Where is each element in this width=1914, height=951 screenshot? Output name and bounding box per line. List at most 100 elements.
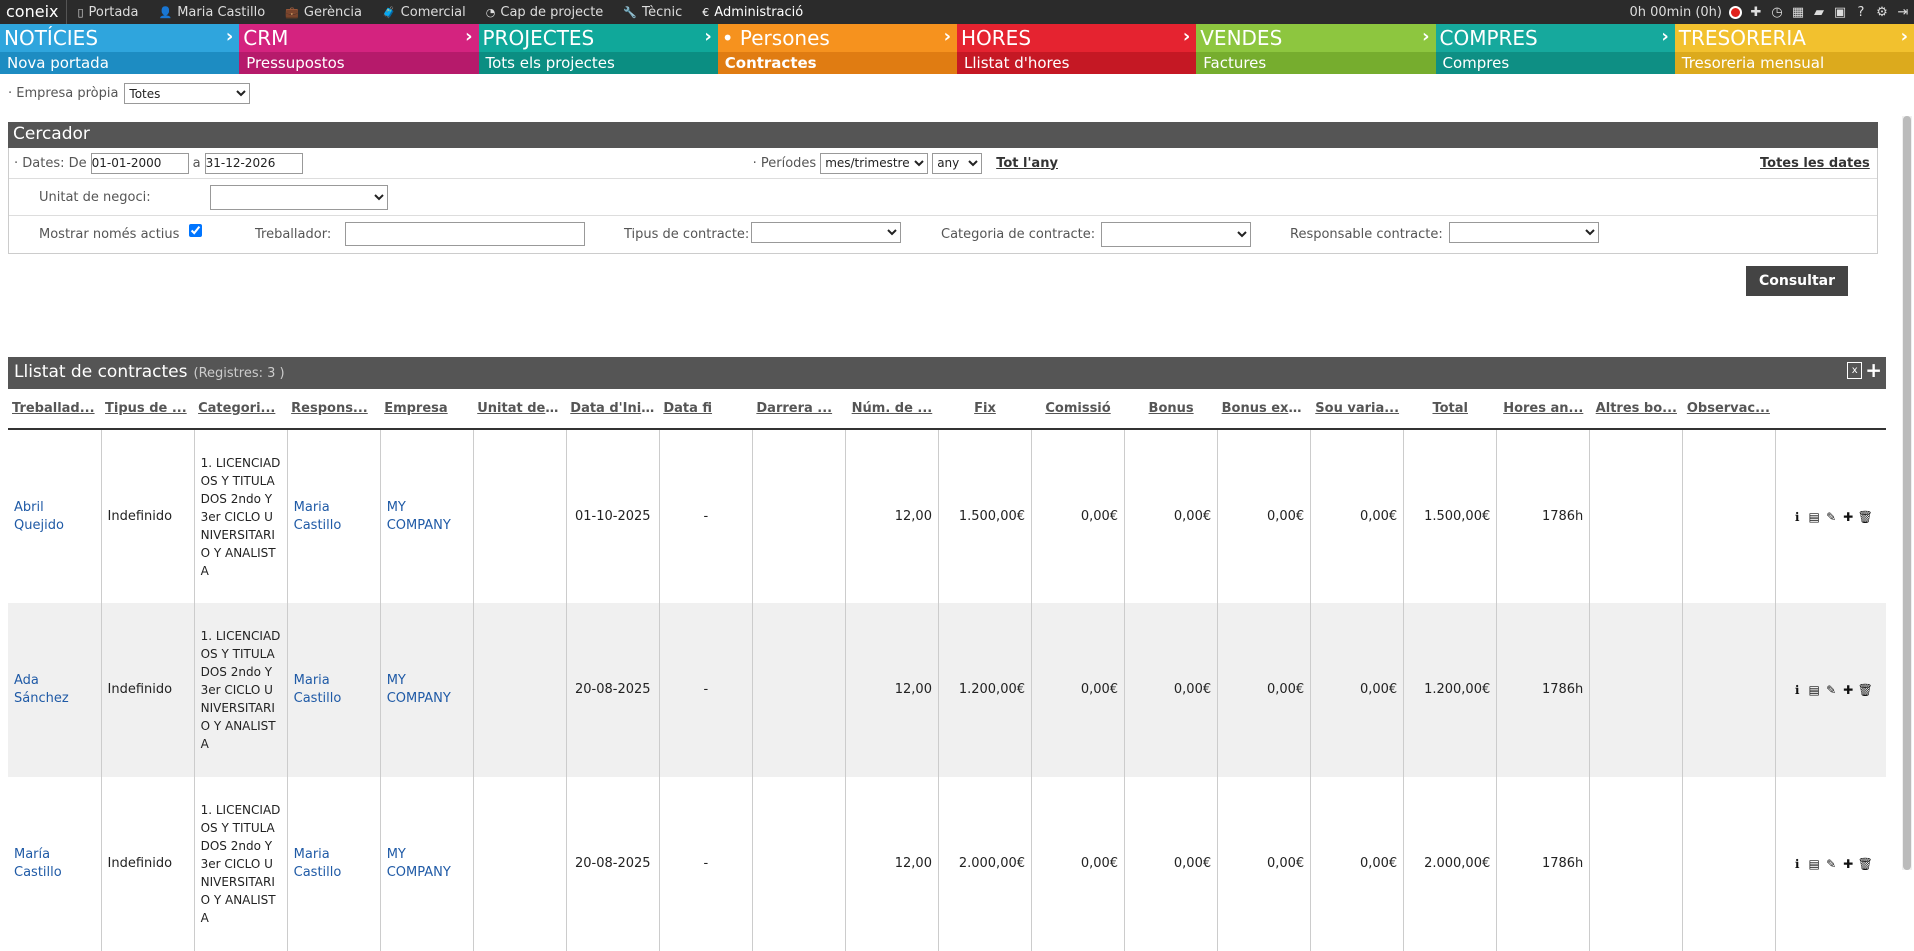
column-header[interactable]: Observac... — [1682, 389, 1776, 430]
app-logo[interactable]: coneix — [0, 0, 68, 24]
date-to-input[interactable] — [204, 152, 303, 174]
pencil-icon[interactable]: ✎ — [1824, 857, 1838, 871]
module-subtitle[interactable]: Pressupostos — [239, 52, 479, 74]
column-header[interactable]: Treballad... — [8, 389, 102, 430]
pdf-icon[interactable]: ▤ — [1807, 857, 1821, 871]
date-from-input[interactable] — [90, 152, 189, 174]
info-icon[interactable]: ℹ — [1790, 510, 1804, 524]
trash-icon[interactable]: 🗑 — [1858, 857, 1873, 871]
module-subtitle[interactable]: Contractes — [717, 52, 957, 74]
totes-dates-link[interactable]: Totes les dates — [1760, 156, 1870, 171]
scrollbar[interactable] — [1902, 116, 1912, 870]
topnav-item-administració[interactable]: € Administració — [692, 5, 813, 20]
topnav-item-cap-de-projecte[interactable]: ◔ Cap de projecte — [476, 5, 614, 20]
gear-icon[interactable]: ⚙ — [1875, 5, 1889, 20]
module-2[interactable]: PROJECTES › Tots els projectes — [478, 24, 718, 74]
column-header[interactable]: Categori... — [194, 389, 288, 430]
registres-count: (Registres: 3 ) — [193, 366, 285, 381]
pencil-icon[interactable]: ✎ — [1824, 510, 1838, 524]
column-header[interactable]: Hores an... — [1496, 389, 1590, 430]
info-icon[interactable]: ℹ — [1790, 683, 1804, 697]
trash-icon[interactable]: 🗑 — [1858, 683, 1873, 697]
column-header[interactable]: Tipus de ... — [101, 389, 195, 430]
column-header[interactable]: Data fi — [659, 389, 753, 430]
unitat-select[interactable] — [210, 184, 388, 210]
column-header[interactable]: Data d'Ini... — [566, 389, 660, 430]
any-select[interactable]: any — [932, 152, 983, 174]
cell-empresa[interactable]: MY COMPANY — [379, 777, 474, 951]
column-header[interactable]: Total — [1403, 389, 1497, 430]
treballador-input[interactable] — [345, 222, 585, 246]
cell-responsable[interactable]: Maria Castillo — [286, 603, 381, 777]
filters-row: Mostrar només actius Treballador: Tipus … — [9, 216, 1877, 253]
column-header[interactable]: Unitat de ... — [473, 389, 567, 430]
table-row[interactable]: María Castillo Indefinido 1. LICENCIADOS Y… — [8, 777, 1886, 951]
plus-icon[interactable]: ✚ — [1841, 683, 1855, 697]
topnav-item-comercial[interactable]: 🧳 Comercial — [372, 5, 476, 20]
column-header[interactable]: Altres bo... — [1589, 389, 1683, 430]
empresa-select[interactable]: Totes — [124, 83, 251, 104]
column-header[interactable]: Respons... — [287, 389, 381, 430]
pdf-icon[interactable]: ▤ — [1807, 683, 1821, 697]
plus-icon[interactable]: ✚ — [1841, 510, 1855, 524]
column-header[interactable]: Sou varia... — [1310, 389, 1404, 430]
trash-icon[interactable]: 🗑 — [1858, 510, 1873, 524]
excel-export-icon[interactable]: x — [1847, 361, 1863, 379]
pencil-icon[interactable]: ✎ — [1824, 683, 1838, 697]
actius-checkbox[interactable] — [189, 224, 202, 237]
table-row[interactable]: Abril Quejido Indefinido 1. LICENCIADOS Y … — [8, 429, 1886, 603]
help-icon[interactable]: ? — [1854, 5, 1868, 20]
column-header[interactable]: Fix — [938, 389, 1032, 430]
tipus-select[interactable] — [751, 222, 901, 243]
module-subtitle[interactable]: Llistat d'hores — [957, 52, 1197, 74]
folder-icon[interactable]: ▰ — [1812, 5, 1826, 20]
module-subtitle[interactable]: Tresoreria mensual — [1674, 52, 1914, 74]
pdf-icon[interactable]: ▤ — [1807, 510, 1821, 524]
column-header[interactable]: Empresa — [380, 389, 474, 430]
module-0[interactable]: NOTÍCIES › Nova portada — [0, 24, 240, 74]
module-4[interactable]: HORES › Llistat d'hores — [957, 24, 1197, 74]
column-header[interactable]: Bonus ext... — [1217, 389, 1311, 430]
cell-responsable[interactable]: Maria Castillo — [286, 777, 381, 951]
scrollbar-thumb[interactable] — [1903, 116, 1911, 870]
cell-treballador[interactable]: Ada Sánchez — [8, 603, 102, 777]
cell-empresa[interactable]: MY COMPANY — [379, 603, 474, 777]
module-subtitle[interactable]: Factures — [1196, 52, 1436, 74]
plus-icon[interactable]: ✚ — [1841, 857, 1855, 871]
topnav-item-gerència[interactable]: 💼 Gerència — [275, 5, 372, 20]
cell-responsable[interactable]: Maria Castillo — [286, 429, 381, 603]
module-subtitle[interactable]: Tots els projectes — [478, 52, 718, 74]
module-5[interactable]: VENDES › Factures — [1196, 24, 1436, 74]
responsable-select[interactable] — [1449, 222, 1599, 243]
cell-treballador[interactable]: María Castillo — [8, 777, 101, 951]
cell-empresa[interactable]: MY COMPANY — [379, 429, 474, 603]
categoria-select[interactable] — [1101, 222, 1251, 247]
module-subtitle[interactable]: Nova portada — [0, 52, 240, 74]
module-1[interactable]: CRM › Pressupostos — [239, 24, 479, 74]
tot-lany-link[interactable]: Tot l'any — [996, 156, 1058, 171]
column-header[interactable]: Comissió — [1031, 389, 1125, 430]
table-row[interactable]: Ada Sánchez Indefinido 1. LICENCIADOS Y TI… — [8, 603, 1886, 777]
topnav-item-maria-castillo[interactable]: 👤 Maria Castillo — [149, 5, 276, 20]
column-header[interactable] — [1775, 389, 1886, 430]
clock-icon[interactable]: ◷ — [1770, 5, 1784, 20]
inbox-icon[interactable]: ▣ — [1833, 5, 1847, 20]
module-7[interactable]: TRESORERIA › Tresoreria mensual — [1674, 24, 1914, 74]
column-header[interactable]: Bonus — [1124, 389, 1218, 430]
info-icon[interactable]: ℹ — [1790, 857, 1804, 871]
calendar-icon[interactable]: ▦ — [1791, 5, 1805, 20]
column-header[interactable]: Núm. de ... — [845, 389, 939, 430]
module-subtitle[interactable]: Compres — [1435, 52, 1675, 74]
logout-icon[interactable]: ⇥ — [1896, 5, 1910, 20]
module-3[interactable]: • Persones › Contractes — [717, 24, 957, 74]
periode-select[interactable]: mes/trimestre — [820, 152, 929, 174]
topnav-item-tècnic[interactable]: 🔧 Tècnic — [613, 5, 692, 20]
plus-icon[interactable]: ✚ — [1749, 5, 1763, 20]
module-6[interactable]: COMPRES › Compres — [1435, 24, 1675, 74]
add-contract-icon[interactable]: + — [1865, 360, 1882, 380]
topnav-item-portada[interactable]: ▯ Portada — [67, 5, 148, 20]
record-icon[interactable] — [1729, 5, 1742, 19]
column-header[interactable]: Darrera ... — [752, 389, 846, 430]
consultar-button[interactable]: Consultar — [1746, 266, 1848, 296]
cell-treballador[interactable]: Abril Quejido — [8, 429, 101, 603]
